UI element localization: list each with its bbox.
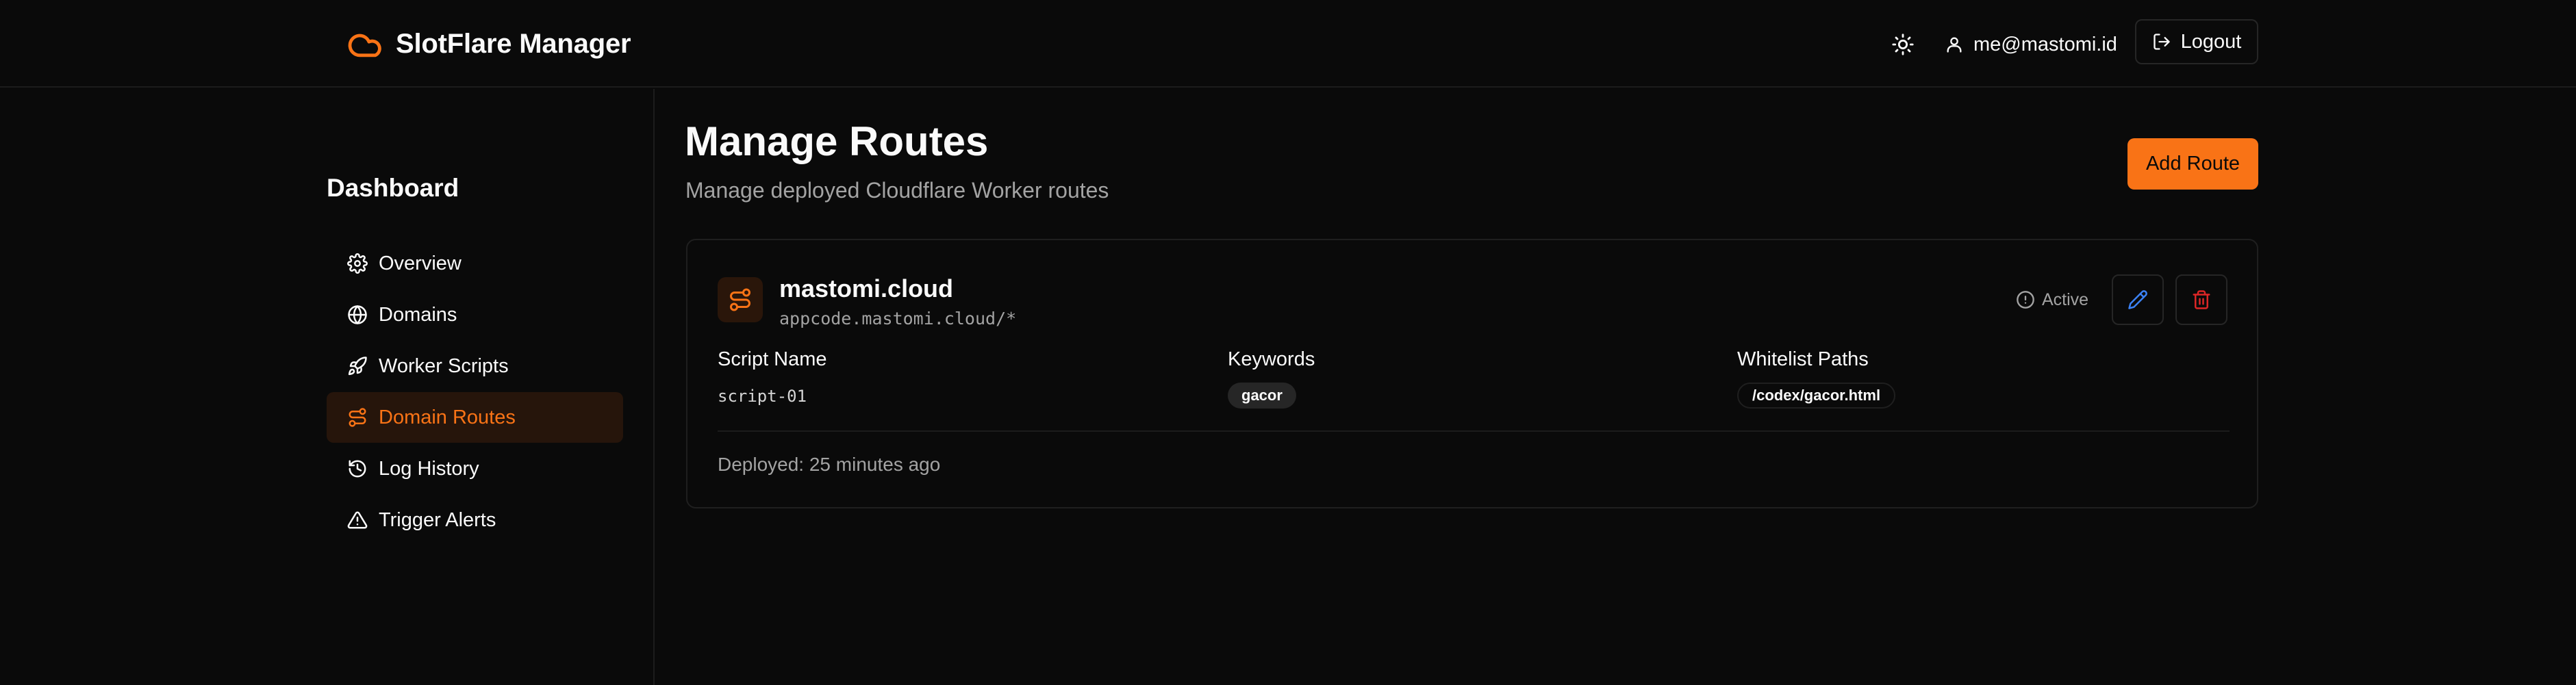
app-title: SlotFlare Manager: [396, 28, 631, 59]
keywords-label: Keywords: [1228, 348, 1315, 370]
delete-route-button[interactable]: [2175, 274, 2227, 325]
sidebar-item-worker-scripts[interactable]: Worker Scripts: [327, 341, 623, 391]
log-out-icon: [2153, 34, 2170, 50]
user-email: me@mastomi.id: [1973, 33, 2117, 55]
trash-icon: [2193, 290, 2210, 309]
history-icon: [349, 460, 366, 478]
sidebar-item-trigger-alerts[interactable]: Trigger Alerts: [327, 495, 623, 545]
brand[interactable]: SlotFlare Manager: [346, 26, 631, 62]
deployed-timestamp: Deployed: 25 minutes ago: [718, 454, 941, 475]
route-icon: [730, 288, 750, 311]
status-label: Active: [2042, 289, 2089, 309]
sidebar-item-label: Domain Routes: [379, 406, 516, 428]
sidebar-item-domain-routes[interactable]: Domain Routes: [327, 392, 623, 443]
pencil-icon: [2128, 290, 2147, 309]
sidebar: Dashboard Overview Domains Worker Script…: [0, 89, 655, 685]
theme-toggle-button[interactable]: [1884, 26, 1921, 63]
sidebar-item-label: Overview: [379, 252, 462, 274]
sidebar-item-label: Log History: [379, 457, 479, 480]
route-icon: [718, 277, 763, 322]
gear-icon: [347, 253, 368, 274]
sidebar-item-label: Domains: [379, 303, 457, 326]
keyword-tag: gacor: [1228, 383, 1296, 409]
user-menu[interactable]: me@mastomi.id: [1945, 26, 2117, 63]
sidebar-title: Dashboard: [327, 174, 459, 202]
top-header: SlotFlare Manager me@mastomi.id Logout: [0, 0, 2576, 88]
user-icon: [1947, 37, 1962, 53]
edit-route-button[interactable]: [2112, 274, 2164, 325]
cloud-icon: [348, 34, 381, 57]
route-pattern: appcode.mastomi.cloud/*: [779, 309, 1017, 328]
route-icon: [349, 408, 366, 427]
sidebar-nav: Overview Domains Worker Scripts Domain R…: [327, 238, 623, 546]
status-badge: Active: [2016, 288, 2088, 311]
logout-button[interactable]: Logout: [2135, 19, 2258, 64]
globe-icon: [348, 305, 367, 324]
page-title: Manage Routes: [685, 118, 989, 164]
rocket-icon: [348, 357, 367, 376]
sidebar-item-domains[interactable]: Domains: [327, 289, 623, 340]
sidebar-item-overview[interactable]: Overview: [327, 238, 623, 289]
route-domain: mastomi.cloud: [779, 274, 954, 302]
whitelist-path-tag: /codex/gacor.html: [1737, 383, 1896, 409]
whitelist-paths-label: Whitelist Paths: [1737, 348, 1869, 370]
sidebar-item-log-history[interactable]: Log History: [327, 443, 623, 494]
alert-triangle-icon: [347, 511, 368, 529]
logout-label: Logout: [2180, 30, 2242, 53]
card-divider: [718, 430, 2230, 432]
info-icon: [2017, 291, 2034, 309]
sidebar-item-label: Worker Scripts: [379, 354, 509, 377]
sidebar-item-label: Trigger Alerts: [379, 508, 496, 531]
script-name-value: script-01: [718, 387, 807, 406]
sun-icon: [1892, 34, 1914, 55]
script-name-label: Script Name: [718, 348, 827, 370]
page-subtitle: Manage deployed Cloudflare Worker routes: [685, 178, 1109, 203]
add-route-button[interactable]: Add Route: [2127, 138, 2258, 190]
route-card: mastomi.cloud appcode.mastomi.cloud/* Ac…: [686, 239, 2258, 508]
